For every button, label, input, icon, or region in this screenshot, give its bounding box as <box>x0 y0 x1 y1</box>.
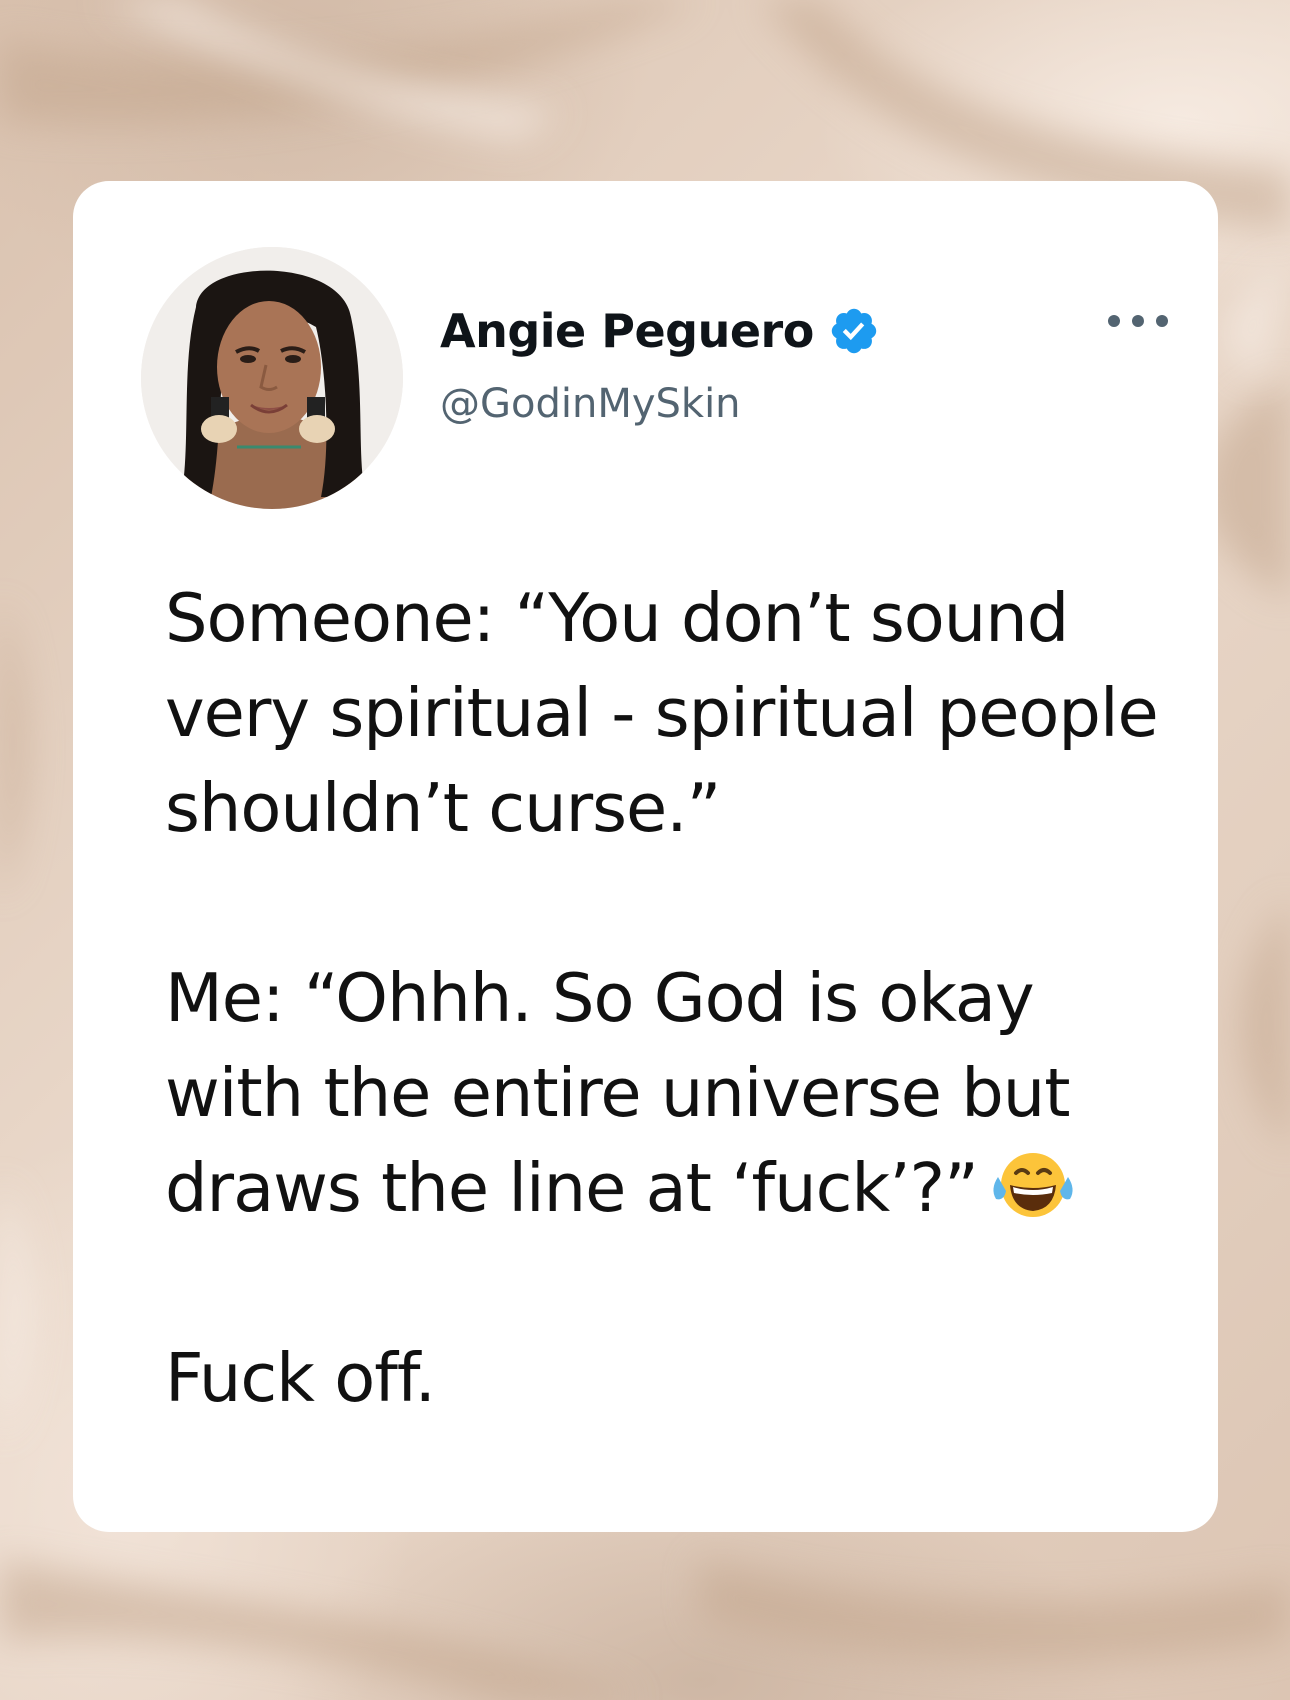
tweet-card: Angie Peguero @GodinMySkin Someone: “You… <box>73 181 1218 1532</box>
tweet-paragraph-3: Fuck off. <box>165 1339 436 1417</box>
tweet-paragraph-1: Someone: “You don’t sound very spiritual… <box>165 579 1159 847</box>
verified-badge-icon <box>831 308 877 354</box>
tweet-paragraph-2: Me: “Ohhh. So God is okay with the entir… <box>165 951 1185 1236</box>
profile-avatar[interactable] <box>141 247 403 509</box>
tweet-text: Someone: “You don’t sound very spiritual… <box>165 571 1185 1426</box>
face-with-tears-of-joy-icon <box>993 1153 1073 1217</box>
tweet-paragraph-2-text: Me: “Ohhh. So God is okay with the entir… <box>165 959 1071 1227</box>
more-options-icon[interactable] <box>1108 311 1168 331</box>
more-dot <box>1156 315 1168 327</box>
author-name[interactable]: Angie Peguero <box>440 304 814 358</box>
more-dot <box>1108 315 1120 327</box>
more-dot <box>1132 315 1144 327</box>
author-handle[interactable]: @GodinMySkin <box>440 381 741 427</box>
